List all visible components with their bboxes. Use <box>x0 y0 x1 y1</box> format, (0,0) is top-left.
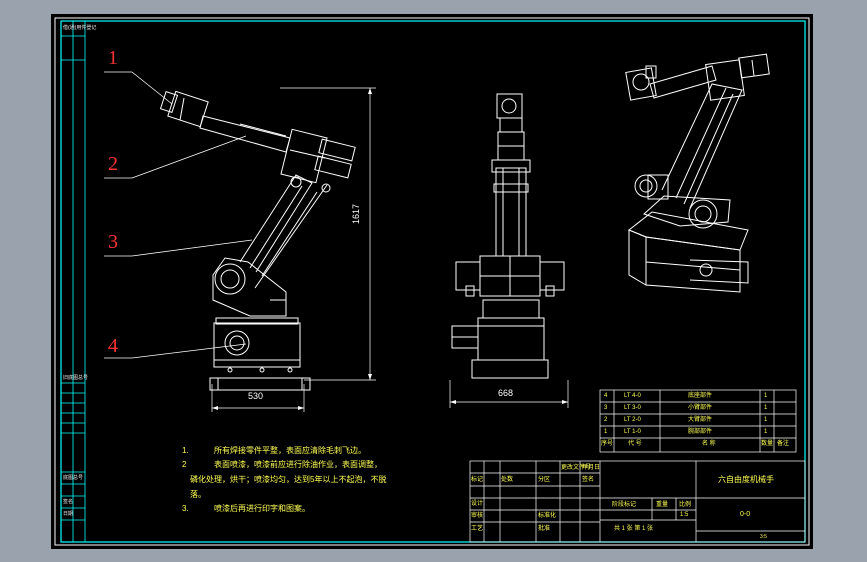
rev-label-date: 年月日 <box>582 465 601 471</box>
note-3-num: 3. <box>182 504 189 513</box>
rev-label-count: 处数 <box>501 477 514 483</box>
dim-width-side: 530 <box>248 391 264 401</box>
bom-row-code: LT 2-0 <box>624 417 641 423</box>
bom-row-qty: 1 <box>764 393 768 399</box>
callout-1: 1 <box>108 47 118 69</box>
rev-label-sign: 签名 <box>582 477 595 483</box>
side-label-0: 借(通)用件登记 <box>63 25 97 31</box>
bom-row-name: 底座部件 <box>688 393 713 399</box>
side-label-1: 旧底图总号 <box>63 375 89 381</box>
stage-label: 阶段标记 <box>612 502 637 508</box>
std-label: 标准化 <box>538 513 557 519</box>
bom-row-no: 1 <box>604 429 608 435</box>
bom-row-code: LT 1-0 <box>624 429 641 435</box>
bom-row-no: 2 <box>604 417 608 423</box>
bom-header-name: 名 称 <box>702 441 716 447</box>
callout-4: 4 <box>108 335 118 357</box>
corner-text: 3:5 <box>760 534 767 540</box>
bom-row-code: LT 3-0 <box>624 405 641 411</box>
rev-label-mark: 标记 <box>471 477 484 483</box>
note-2-num: 2 <box>182 460 187 469</box>
sign-label-process: 工艺 <box>471 526 484 532</box>
rev-label-zone: 分区 <box>538 477 551 483</box>
callout-3: 3 <box>108 231 118 253</box>
bom-header-note: 备注 <box>777 441 790 447</box>
bom-row-no: 4 <box>604 393 608 399</box>
side-label-2: 底图总号 <box>63 475 84 481</box>
scale-value: 1:5 <box>680 512 689 518</box>
drawing-sheet: 1 2 3 4 530 1617 668 1. 所有焊接零件平整，表面应清除毛刺… <box>0 0 867 562</box>
sheet-count: 共 1 张 第 1 张 <box>614 526 654 532</box>
bom-header-code: 代 号 <box>628 441 642 447</box>
dim-width-front: 668 <box>498 388 514 398</box>
bom-row-name: 腕部部件 <box>688 429 713 435</box>
note-2-end: 落。 <box>190 490 206 499</box>
note-3-text: 喷漆后再进行印字和图案。 <box>214 504 310 513</box>
side-label-4: 日期 <box>63 511 74 517</box>
bom-row-no: 3 <box>604 405 608 411</box>
bom-header-no: 序号 <box>601 441 614 447</box>
side-label-3: 签名 <box>63 499 74 505</box>
note-1-num: 1. <box>182 446 189 455</box>
bom-row-name: 小臂部件 <box>688 405 713 411</box>
drawing-number: 0-0 <box>740 511 751 518</box>
bom-header-qty: 数量 <box>761 441 774 447</box>
bom-row-qty: 1 <box>764 417 768 423</box>
bom-row-qty: 1 <box>764 405 768 411</box>
note-1-text: 所有焊接零件平整，表面应清除毛刺飞边。 <box>214 446 366 455</box>
bom-row-qty: 1 <box>764 429 768 435</box>
sign-label-review: 审核 <box>471 513 484 519</box>
callout-2: 2 <box>108 153 118 175</box>
sign-label-design: 设计 <box>471 501 484 507</box>
drawing-title: 六自由度机械手 <box>718 475 774 484</box>
scale-label: 比例 <box>679 502 692 508</box>
weight-label: 重量 <box>656 502 669 508</box>
bom-row-name: 大臂部件 <box>688 417 713 423</box>
dim-height: 1617 <box>351 203 361 224</box>
note-2-text: 表面喷漆，喷漆前应进行除油作业，表面调整， <box>214 460 382 469</box>
note-2-cont: 磷化处理，烘干；喷漆均匀，达到5年以上不起泡，不脱 <box>190 475 387 484</box>
bom-row-code: LT 4-0 <box>624 393 641 399</box>
approve-label: 批准 <box>538 526 551 532</box>
